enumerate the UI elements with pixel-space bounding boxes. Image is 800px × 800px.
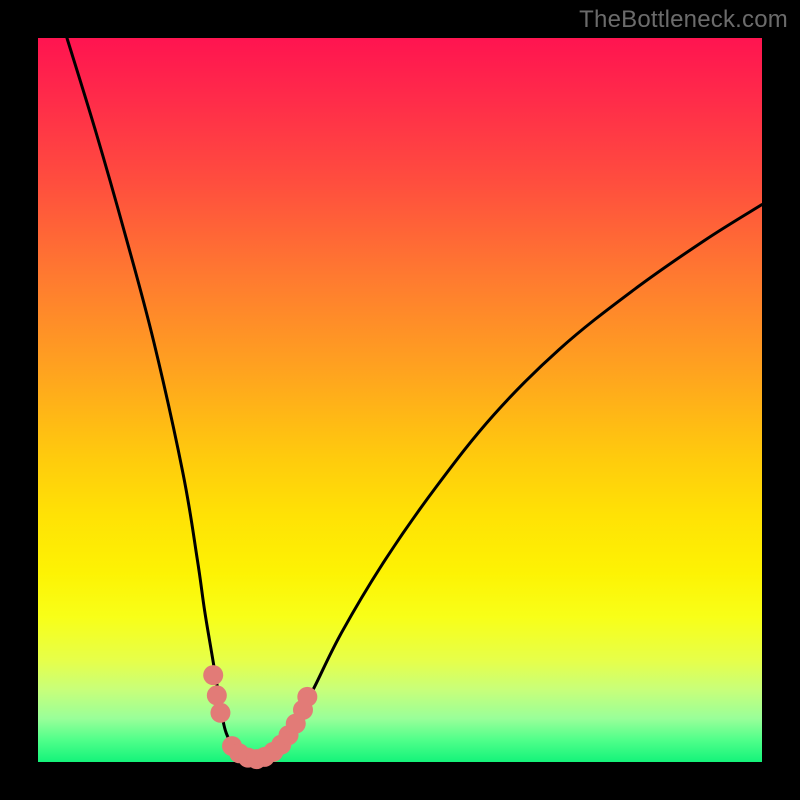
marker-dot	[207, 685, 227, 705]
watermark-text: TheBottleneck.com	[579, 6, 788, 34]
marker-dot	[203, 665, 223, 685]
chart-svg	[38, 38, 762, 762]
curve-left-branch	[67, 38, 255, 762]
bottleneck-curve	[67, 38, 762, 762]
marker-dot	[297, 687, 317, 707]
chart-plot-area	[38, 38, 762, 762]
curve-right-branch	[255, 205, 762, 762]
marker-dot	[210, 703, 230, 723]
marker-dots	[203, 665, 317, 769]
chart-frame: TheBottleneck.com	[0, 0, 800, 800]
